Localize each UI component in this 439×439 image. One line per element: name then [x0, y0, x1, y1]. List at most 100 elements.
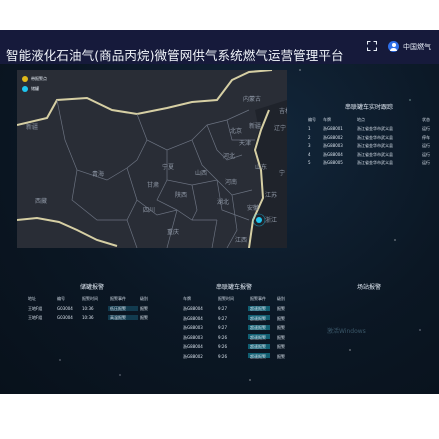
province-label: 内蒙古	[243, 96, 262, 103]
province-label: 江西	[235, 237, 248, 244]
table-cell: 报警	[277, 334, 285, 340]
table-cell: 浙G88001	[323, 126, 343, 131]
table-cell: 王地F组	[28, 315, 43, 320]
tank-marker	[256, 217, 262, 223]
table-cell: 浙江省金华市武义县	[357, 151, 393, 157]
province-label: 江苏	[265, 192, 278, 199]
province-label: 重庆	[167, 229, 180, 236]
legend-alarm-dot	[22, 76, 28, 82]
column-header: 状态	[422, 117, 430, 122]
table-cell: 高温报警	[110, 315, 126, 320]
table-cell: 浙G88002	[323, 134, 343, 140]
table-cell: 9:27	[218, 315, 227, 321]
column-header: 级别	[140, 296, 148, 301]
table-cell: 报警	[140, 315, 148, 320]
table-cell: 浙江省金华市武义县	[357, 143, 393, 148]
table-cell: 浙江省金华市武义县	[357, 126, 393, 131]
truck-alarm-title: 串联罐车报警	[216, 284, 253, 291]
column-header: 报警事件	[250, 296, 266, 301]
table-cell: 9:27	[218, 306, 227, 311]
site-alarm-title: 场站报警	[357, 284, 382, 291]
table-cell: 超速报警	[250, 344, 266, 349]
province-label: 四川	[143, 207, 156, 214]
user-avatar-icon[interactable]	[388, 41, 399, 52]
column-header: 报警时间	[82, 296, 98, 301]
column-header: 报警事件	[110, 296, 126, 301]
tank-alarm-title: 储罐报警	[80, 284, 105, 291]
table-cell: 报警	[277, 344, 285, 349]
table-cell: 报警	[140, 306, 148, 311]
table-cell: 4	[308, 151, 311, 157]
table-cell: 2	[308, 134, 311, 140]
table-cell: 超速报警	[250, 334, 266, 340]
table-cell: 3	[308, 143, 311, 148]
province-label: 陕西	[175, 192, 188, 199]
table-cell: 报警	[277, 306, 285, 311]
column-header: 报警时间	[218, 296, 234, 301]
column-header: 地址	[28, 296, 36, 301]
dashboard-screen: 中国燃气 智能液化石油气(商品丙烷)微管网供气系统燃气运营管理平台 带报警点 储…	[0, 30, 439, 394]
table-cell: 浙G88004	[183, 344, 203, 349]
table-cell: 浙G88004	[183, 315, 203, 321]
table-cell: 停车	[422, 134, 430, 140]
province-label: 西藏	[35, 198, 48, 205]
table-cell: 报警	[277, 315, 285, 321]
province-label: 山西	[195, 170, 208, 177]
province-label: 甘肃	[147, 182, 160, 189]
column-header: 车牌	[183, 296, 191, 301]
province-label: 山东	[255, 164, 268, 171]
province-label: 湖北	[217, 199, 230, 206]
user-name[interactable]: 中国燃气	[403, 42, 431, 52]
fullscreen-icon[interactable]	[367, 41, 377, 51]
province-label: 宁夏	[162, 164, 175, 171]
table-cell: 浙G88002	[183, 353, 203, 359]
table-cell: 浙G88003	[183, 334, 203, 340]
table-cell: 浙江省金华市武义县	[357, 134, 393, 140]
table-cell: 超速报警	[250, 325, 266, 330]
table-cell: 运行	[422, 160, 430, 165]
table-cell: 超速报警	[250, 353, 266, 359]
column-header: 级别	[277, 296, 285, 301]
province-label: 浙江	[265, 217, 278, 224]
china-map[interactable]: 带报警点 储罐 新疆 新疆 西藏 青海 四川 甘肃 宁夏 陕西 山西 河北 北京…	[17, 70, 287, 248]
province-label: 新疆	[249, 123, 262, 130]
table-cell: 浙G88004	[323, 151, 343, 157]
table-cell: 运行	[422, 151, 430, 157]
province-label: 辽宁	[274, 125, 287, 132]
legend-tank-dot	[22, 86, 28, 92]
page-title: 智能液化石油气(商品丙烷)微管网供气系统燃气运营管理平台	[6, 48, 344, 63]
table-cell: 运行	[422, 143, 430, 148]
table-cell: 浙G88003	[323, 143, 343, 148]
province-label: 新疆	[26, 124, 39, 131]
province-label: 天津	[239, 140, 252, 147]
province-label: 河北	[223, 153, 236, 160]
legend-alarm-label: 带报警点	[31, 76, 47, 81]
table-cell: 报警	[277, 325, 285, 330]
legend-alarm-point: 带报警点	[22, 76, 47, 82]
table-cell: G03004	[57, 315, 73, 320]
table-cell: 9:26	[218, 334, 227, 340]
table-cell: 9:26	[218, 344, 227, 349]
province-label: 吉林	[279, 108, 287, 115]
table-cell: 低压报警	[110, 306, 126, 311]
table-cell: 浙G88004	[183, 306, 203, 311]
table-cell: G03004	[57, 306, 73, 311]
activation-watermark: 激活Windows	[327, 328, 366, 335]
province-label: 宁	[279, 170, 286, 177]
table-cell: 9:27	[218, 325, 227, 330]
table-cell: 浙江省金华市武义县	[357, 160, 393, 165]
table-cell: 浙G88005	[323, 160, 343, 165]
table-cell: 浙G88003	[183, 325, 203, 330]
province-label: 河南	[225, 179, 238, 186]
province-label: 北京	[230, 128, 243, 135]
legend-tank-label: 储罐	[31, 86, 39, 91]
table-cell: 报警	[277, 353, 285, 359]
table-cell: 超速报警	[250, 315, 266, 321]
table-cell: 王地F组	[28, 306, 43, 311]
table-cell: 运行	[422, 126, 430, 131]
truck-tracking-title: 串联罐车实时跟踪	[345, 104, 394, 111]
province-label: 青海	[92, 171, 105, 178]
table-cell: 1	[308, 126, 311, 131]
table-cell: 10:36	[82, 315, 94, 320]
table-cell: 超速报警	[250, 306, 266, 311]
